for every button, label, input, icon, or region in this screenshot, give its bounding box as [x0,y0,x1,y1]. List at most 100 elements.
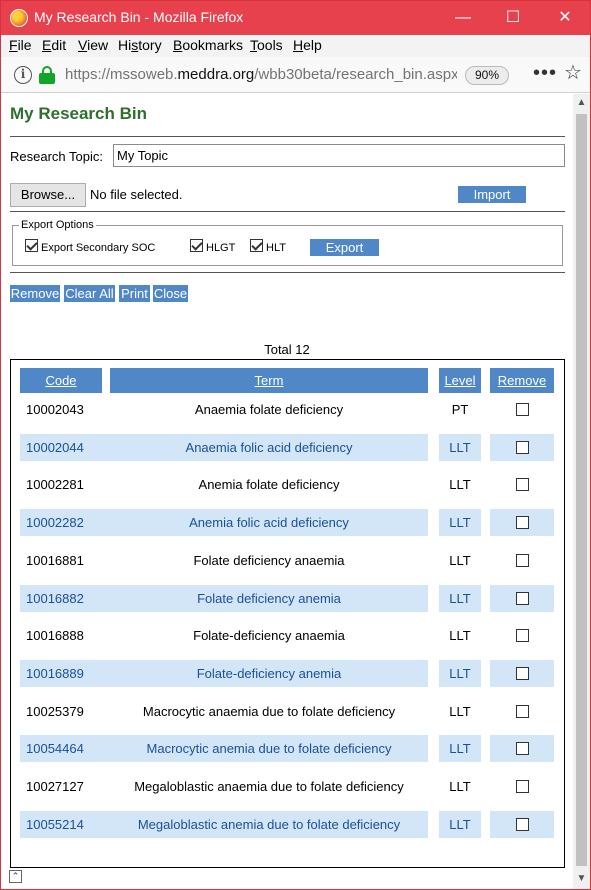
remove-row-checkbox[interactable] [516,403,529,416]
address-bar: i https://mssoweb.meddra.org/wbb30beta/r… [1,57,590,93]
term-cell: Macrocytic anemia due to folate deficien… [110,735,428,762]
research-topic-label: Research Topic: [10,149,103,164]
table-row: 10002044 Anaemia folic acid deficiency LLT [11,434,564,461]
scrollbar-thumb[interactable] [576,114,587,866]
hlt-label: HLT [266,242,286,254]
code-cell: 10016881 [26,553,84,568]
term-cell: Folate deficiency anemia [110,585,428,612]
url-field[interactable]: https://mssoweb.meddra.org/wbb30beta/res… [65,66,457,83]
code-cell: 10027127 [26,779,84,794]
hlgt-checkbox[interactable] [190,239,203,252]
table-row: 10002281 Anemia folate deficiency LLT [11,471,564,498]
remove-row-checkbox[interactable] [516,441,529,454]
code-cell: 10002281 [26,477,84,492]
bookmark-star-icon[interactable]: ☆ [564,60,582,85]
print-button[interactable]: Print [119,285,150,302]
term-cell: Anemia folate deficiency [198,477,340,492]
level-cell: LLT [449,779,471,794]
code-cell: 10002044 [20,434,111,461]
table-row: 10016882 Folate deficiency anemia LLT [11,585,564,612]
term-cell: Anaemia folic acid deficiency [110,434,428,461]
menu-tools[interactable]: Tools [250,37,283,53]
divider [10,136,565,137]
level-cell: LLT [439,434,481,461]
research-topic-input[interactable] [113,144,565,167]
remove-row-checkbox[interactable] [516,667,529,680]
remove-cell [490,622,554,649]
menu-bookmarks[interactable]: Bookmarks [173,37,243,53]
column-header-level[interactable]: Level [439,368,481,393]
divider [10,211,565,212]
remove-row-checkbox[interactable] [516,592,529,605]
total-count: Total 12 [264,342,310,357]
browser-window: My Research Bin - Mozilla Firefox — ☐ ✕ … [0,0,591,890]
term-cell: Macrocytic anaemia due to folate deficie… [142,704,396,719]
export-secondary-soc-checkbox[interactable] [25,239,38,252]
collapse-up-icon[interactable]: ⌃ [9,870,22,883]
menu-history[interactable]: History [118,37,162,53]
level-cell: LLT [439,735,481,762]
column-header-remove[interactable]: Remove [490,368,554,393]
column-header-code[interactable]: Code [20,368,102,393]
close-window-button[interactable]: ✕ [550,7,580,29]
remove-row-checkbox[interactable] [516,780,529,793]
code-cell: 10025379 [26,704,84,719]
remove-row-checkbox[interactable] [516,705,529,718]
page-title: My Research Bin [10,104,147,123]
page-content: My Research Bin Research Topic: Browse..… [1,94,573,889]
remove-cell [490,396,554,423]
remove-cell [490,509,554,536]
close-button[interactable]: Close [153,285,188,302]
menu-edit[interactable]: Edit [42,37,66,53]
level-cell: LLT [439,660,481,687]
table-row: 10002282 Anemia folic acid deficiency LLT [11,509,564,536]
import-button[interactable]: Import [458,186,526,203]
menu-view[interactable]: View [78,37,108,53]
lock-icon[interactable] [39,66,55,84]
zoom-level-badge[interactable]: 90% [465,66,509,85]
menu-help[interactable]: Help [293,37,322,53]
info-icon[interactable]: i [14,66,32,84]
remove-row-checkbox[interactable] [516,742,529,755]
menu-file[interactable]: File [9,37,32,53]
remove-row-checkbox[interactable] [516,516,529,529]
term-cell: Megaloblastic anemia due to folate defic… [110,811,428,838]
term-cell: Anaemia folate deficiency [194,402,344,417]
maximize-button[interactable]: ☐ [498,7,528,29]
vertical-scrollbar[interactable]: ▲ ▼ [573,94,590,889]
export-options-legend: Export Options [19,219,96,231]
remove-cell [490,547,554,574]
level-cell: LLT [449,553,471,568]
term-cell: Folate-deficiency anaemia [193,628,345,643]
page-actions-menu-icon[interactable]: ••• [533,62,557,85]
remove-row-checkbox[interactable] [516,818,529,831]
scroll-up-arrow-icon[interactable]: ▲ [573,96,590,110]
scroll-down-arrow-icon[interactable]: ▼ [573,872,590,886]
code-cell: 10002043 [26,402,84,417]
hlt-checkbox[interactable] [250,239,263,252]
level-cell: PT [451,402,469,417]
code-cell: 10016889 [20,660,111,687]
table-row: 10025379 Macrocytic anaemia due to folate… [11,698,564,725]
remove-row-checkbox[interactable] [516,554,529,567]
remove-row-checkbox[interactable] [516,629,529,642]
minimize-button[interactable]: — [448,7,478,29]
table-row: 10002043 Anaemia folate deficiency PT [11,396,564,423]
level-cell: LLT [449,477,471,492]
table-row: 10016889 Folate-deficiency anemia LLT [11,660,564,687]
remove-button[interactable]: Remove [10,285,60,302]
term-cell: Anemia folic acid deficiency [110,509,428,536]
menu-bar: File Edit View History Bookmarks Tools Help [1,35,590,57]
table-row: 10027127 Megaloblastic anaemia due to fol… [11,773,564,800]
window-title: My Research Bin - Mozilla Firefox [34,9,244,25]
export-button[interactable]: Export [310,239,379,256]
clear-all-button[interactable]: Clear All [64,285,115,302]
browse-button[interactable]: Browse... [10,183,86,207]
column-header-term[interactable]: Term [110,368,428,393]
remove-cell [490,585,554,612]
research-bin-table: Code Term Level Remove 10002043 Anaemia f… [10,359,565,868]
level-cell: LLT [449,628,471,643]
code-cell: 10016882 [20,585,111,612]
level-cell: LLT [439,811,481,838]
remove-row-checkbox[interactable] [516,478,529,491]
